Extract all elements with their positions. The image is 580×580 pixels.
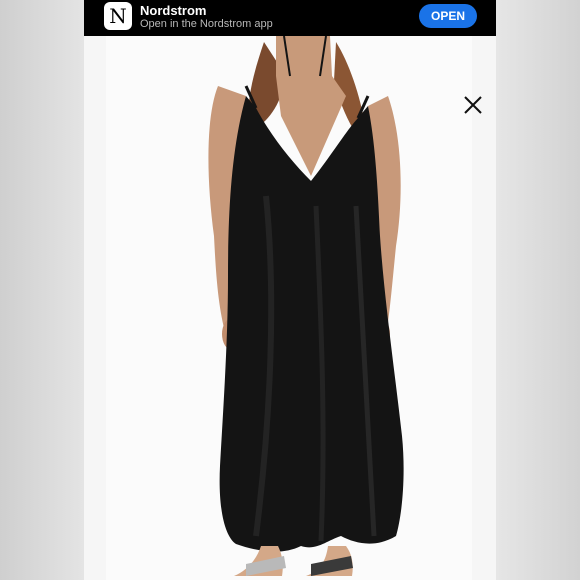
phone-screen: N Nordstrom Open in the Nordstrom app OP… — [84, 0, 496, 580]
app-banner: N Nordstrom Open in the Nordstrom app OP… — [84, 0, 496, 36]
close-icon — [464, 96, 482, 114]
background-left — [0, 0, 84, 580]
product-photo — [106, 36, 482, 580]
background-right — [496, 0, 580, 580]
app-subtitle: Open in the Nordstrom app — [140, 18, 273, 30]
dress-illustration — [208, 36, 404, 576]
open-app-button[interactable]: OPEN — [419, 4, 477, 28]
app-name: Nordstrom — [140, 3, 207, 18]
nordstrom-app-icon: N — [104, 2, 132, 30]
close-button[interactable] — [464, 96, 494, 126]
app-icon-letter: N — [109, 4, 127, 28]
